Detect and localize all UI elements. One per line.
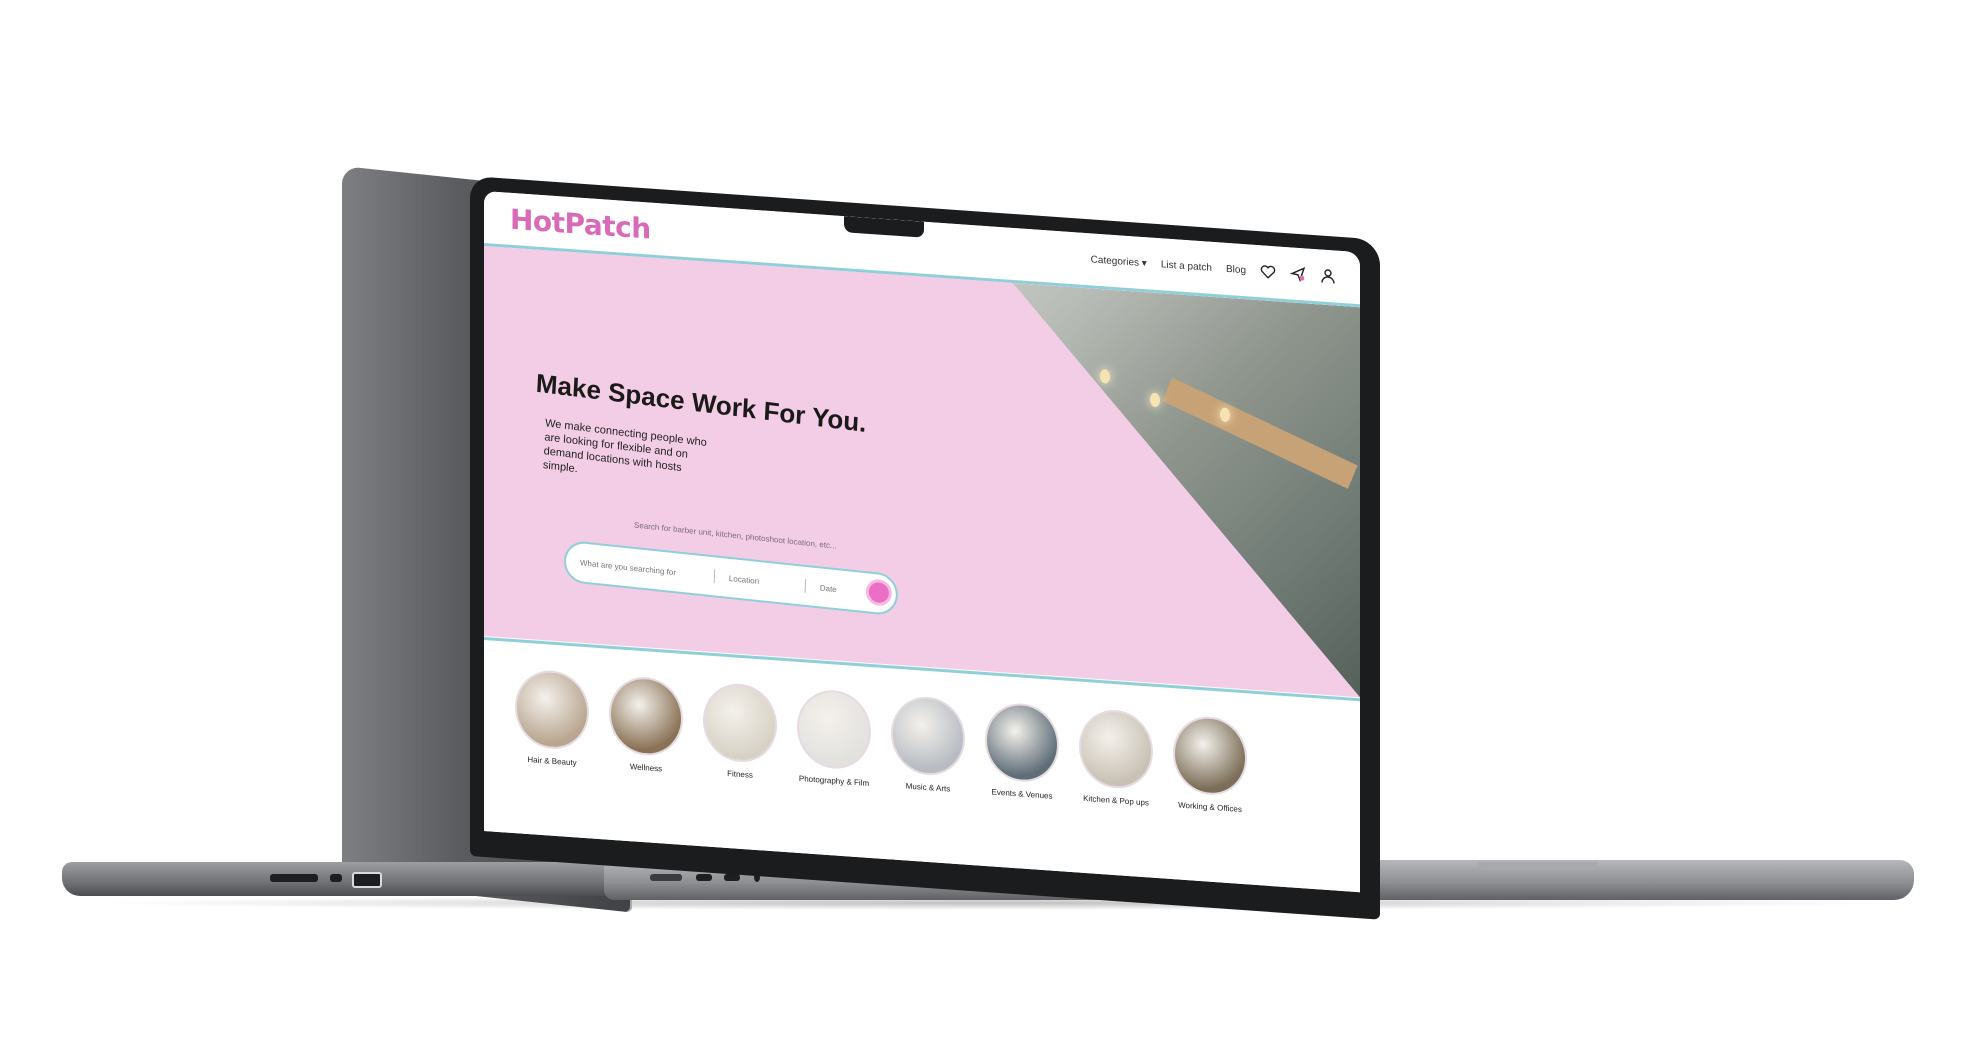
- search-location-input[interactable]: [714, 571, 806, 591]
- category-thumbnail: [1079, 707, 1153, 791]
- laptop-screen: HotPatch Categories ▾ List a patch Blog: [484, 190, 1360, 893]
- category-thumbnail: [515, 668, 589, 752]
- user-icon[interactable]: [1320, 267, 1336, 284]
- nav-list-patch[interactable]: List a patch: [1161, 259, 1212, 274]
- nav-blog[interactable]: Blog: [1226, 263, 1246, 275]
- magsafe-port: [270, 874, 318, 882]
- lid-opening-notch: [1478, 862, 1598, 870]
- search-hint: Search for barber unit, kitchen, photosh…: [633, 520, 837, 551]
- pendant-lamp: [1220, 407, 1230, 422]
- category-item[interactable]: Events & Venues: [984, 701, 1060, 801]
- nav-categories-label: Categories: [1090, 253, 1140, 269]
- category-label: Hair & Beauty: [527, 755, 577, 768]
- pendant-lamp: [1150, 393, 1160, 408]
- magsafe-port: [650, 874, 682, 881]
- person-figure: [1200, 576, 1248, 679]
- send-icon[interactable]: [1290, 265, 1306, 283]
- thunderbolt-port: [696, 874, 712, 881]
- person-figure: [1100, 479, 1148, 572]
- front-laptop-lid: HotPatch Categories ▾ List a patch Blog: [470, 176, 1380, 920]
- category-label: Events & Venues: [991, 787, 1053, 801]
- category-label: Wellness: [629, 762, 663, 774]
- search-button[interactable]: [865, 578, 893, 607]
- category-thumbnail: [1173, 714, 1247, 798]
- category-label: Working & Offices: [1178, 800, 1242, 814]
- search-bar: [563, 539, 899, 617]
- hero-section: Make Space Work For You. We make connect…: [484, 245, 1360, 698]
- category-item[interactable]: Fitness: [702, 681, 778, 781]
- category-thumbnail: [703, 681, 777, 765]
- category-list: Hair & Beauty Wellness Fitness Photography …: [514, 668, 1248, 814]
- main-nav: Categories ▾ List a patch Blog: [1091, 251, 1336, 284]
- desk-shape: [1162, 378, 1357, 489]
- heart-icon[interactable]: [1260, 263, 1276, 280]
- category-label: Music & Arts: [905, 781, 951, 794]
- nav-categories[interactable]: Categories ▾: [1091, 254, 1147, 269]
- category-item[interactable]: Working & Offices: [1172, 714, 1248, 814]
- person-figure: [1150, 533, 1200, 646]
- hotpatch-logo[interactable]: HotPatch: [510, 203, 651, 246]
- pendant-lamp: [1100, 369, 1110, 384]
- coworking-photo: [800, 268, 1360, 697]
- category-thumbnail: [985, 701, 1059, 785]
- category-item[interactable]: Photography & Film: [796, 687, 872, 788]
- category-label: Kitchen & Pop ups: [1083, 793, 1149, 808]
- category-item[interactable]: Wellness: [608, 674, 684, 775]
- hdmi-port: [352, 872, 382, 888]
- category-item[interactable]: Kitchen & Pop ups: [1078, 707, 1154, 808]
- search-date-input[interactable]: [805, 581, 874, 598]
- chevron-down-icon: ▾: [1141, 257, 1147, 269]
- category-label: Photography & Film: [798, 773, 870, 788]
- category-label: Fitness: [727, 768, 753, 780]
- category-thumbnail: [609, 674, 683, 758]
- category-thumbnail: [891, 694, 965, 778]
- category-item[interactable]: Hair & Beauty: [514, 668, 590, 768]
- category-thumbnail: [797, 687, 871, 772]
- back-laptop-base: [62, 862, 622, 896]
- hero-subtitle: We make connecting people who are lookin…: [542, 417, 708, 476]
- category-item[interactable]: Music & Arts: [890, 694, 966, 794]
- search-what-input[interactable]: [565, 556, 715, 581]
- thunderbolt-port: [330, 874, 342, 882]
- thunderbolt-port: [724, 874, 740, 881]
